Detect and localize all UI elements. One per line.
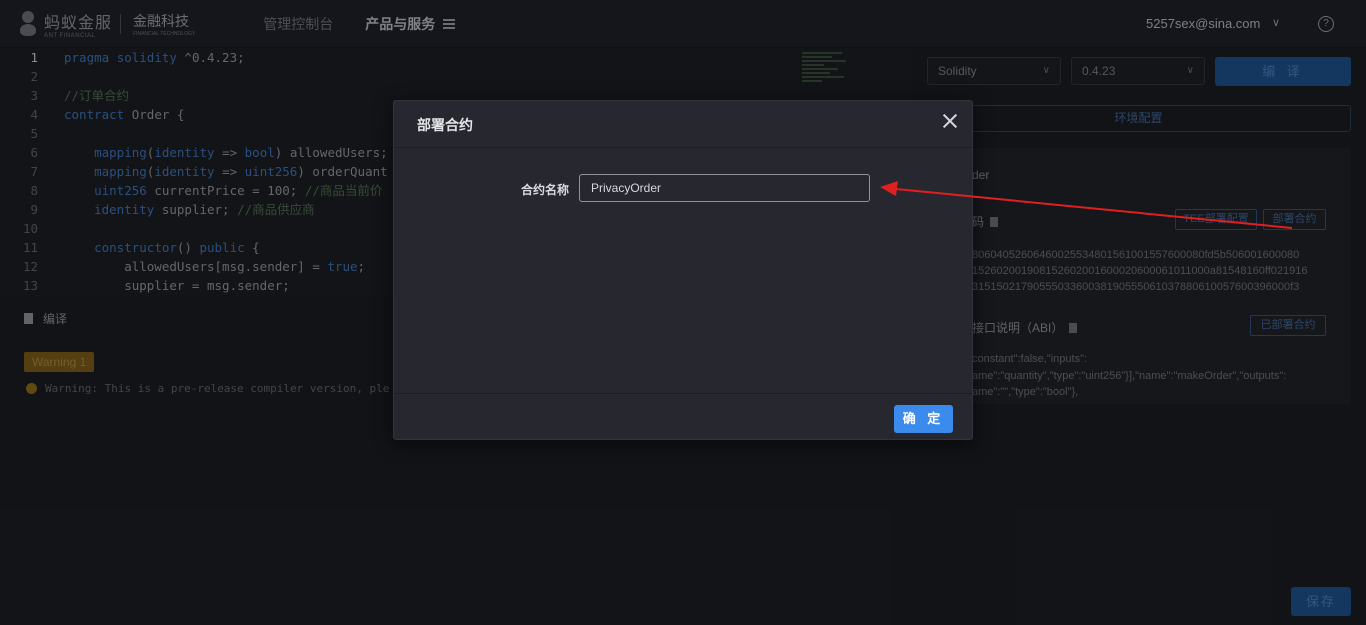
close-icon[interactable] [942,113,958,129]
contract-name-label: 合约名称 [521,183,570,197]
contract-name-input[interactable] [579,174,870,202]
confirm-button[interactable]: 确 定 [894,405,953,433]
dialog-header: 部署合约 [394,101,972,148]
dialog-title: 部署合约 [417,117,473,133]
deploy-contract-dialog: 部署合约 合约名称 确 定 [393,100,973,440]
dialog-footer: 确 定 [394,393,972,441]
